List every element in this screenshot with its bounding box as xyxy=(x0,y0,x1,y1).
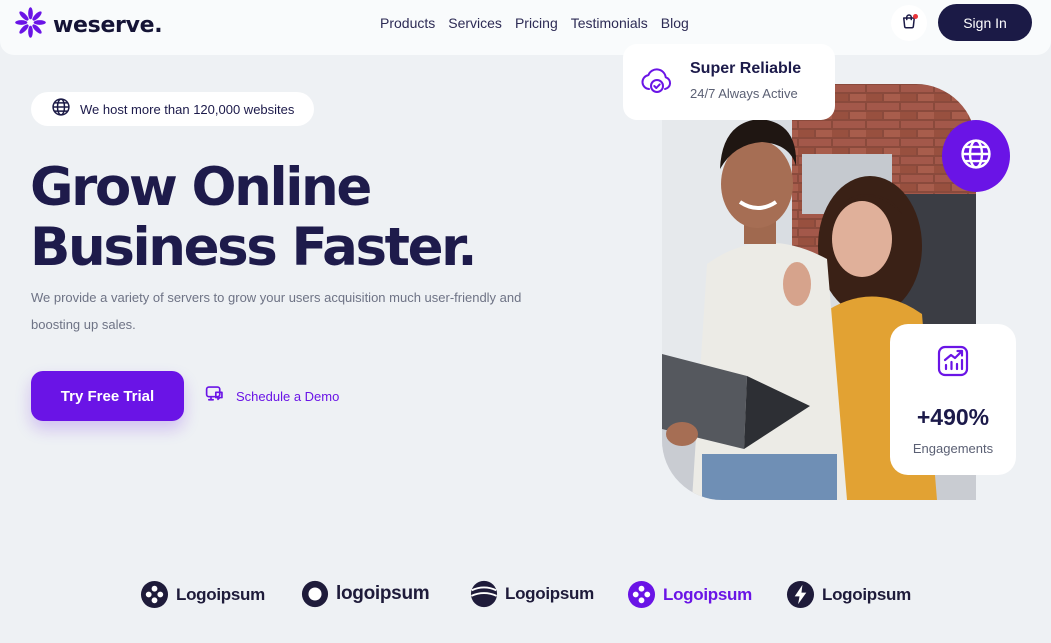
ring-logo-icon xyxy=(301,580,329,608)
nav-products[interactable]: Products xyxy=(380,15,435,31)
globe-button[interactable] xyxy=(942,120,1010,192)
cart-notification-dot xyxy=(913,14,918,19)
nav-services[interactable]: Services xyxy=(448,15,502,31)
nav-testimonials[interactable]: Testimonials xyxy=(571,15,648,31)
super-reliable-card: Super Reliable 24/7 Always Active xyxy=(623,44,835,120)
engagement-value: +490% xyxy=(916,404,990,430)
brand-name: weserve. xyxy=(53,12,163,38)
bolt-logo-icon xyxy=(786,580,815,609)
cart-button[interactable] xyxy=(891,5,927,41)
partner-logo-3[interactable]: Logoipsum xyxy=(470,580,594,608)
headline-line-1: Grow Online xyxy=(30,157,372,218)
partner-name-4: Logoipsum xyxy=(663,584,752,604)
main-nav: Products Services Pricing Testimonials B… xyxy=(380,15,689,31)
reliable-subtitle: 24/7 Always Active xyxy=(690,86,798,101)
partner-name-5: Logoipsum xyxy=(822,584,911,604)
cloud-check-icon xyxy=(640,63,674,102)
schedule-demo-link[interactable]: Schedule a Demo xyxy=(204,384,339,408)
presentation-chat-icon xyxy=(204,384,225,408)
brand-logo[interactable]: weserve. xyxy=(15,7,163,43)
hosting-badge: We host more than 120,000 websites xyxy=(31,92,315,126)
partner-name-2: logoipsum xyxy=(336,583,430,604)
schedule-demo-label: Schedule a Demo xyxy=(236,388,340,404)
reliable-title: Super Reliable xyxy=(690,60,802,77)
globe-icon xyxy=(51,97,71,122)
badge-text: We host more than 120,000 websites xyxy=(80,101,295,117)
partner-logo-4[interactable]: Logoipsum xyxy=(627,580,752,609)
nav-blog[interactable]: Blog xyxy=(661,15,689,31)
logoipsum-mark-icon xyxy=(627,580,656,609)
hero-headline: Grow Online Business Faster. xyxy=(30,158,590,278)
engagement-label: Engagements xyxy=(912,441,994,456)
nav-pricing[interactable]: Pricing xyxy=(515,15,558,31)
globe-icon xyxy=(959,137,993,176)
partner-name-3: Logoipsum xyxy=(505,584,594,603)
wave-logo-icon xyxy=(470,580,498,608)
site-header: weserve. Products Services Pricing Testi… xyxy=(0,0,1051,55)
partner-logo-5[interactable]: Logoipsum xyxy=(786,580,911,609)
try-free-trial-button[interactable]: Try Free Trial xyxy=(31,371,184,421)
flower-logo-icon xyxy=(15,7,46,43)
sign-in-button[interactable]: Sign In xyxy=(938,4,1032,41)
headline-line-2: Business Faster. xyxy=(30,217,477,278)
partner-logos: Logoipsum logoipsum Logoipsum Logoipsum … xyxy=(140,580,920,612)
partner-logo-2[interactable]: logoipsum xyxy=(301,580,430,608)
engagement-card: +490% Engagements xyxy=(890,324,1016,475)
partner-name-1: Logoipsum xyxy=(176,584,265,604)
hero-description: We provide a variety of servers to grow … xyxy=(31,290,522,332)
partner-logo-1[interactable]: Logoipsum xyxy=(140,580,265,609)
growth-chart-icon xyxy=(936,344,970,383)
logoipsum-mark-icon xyxy=(140,580,169,609)
